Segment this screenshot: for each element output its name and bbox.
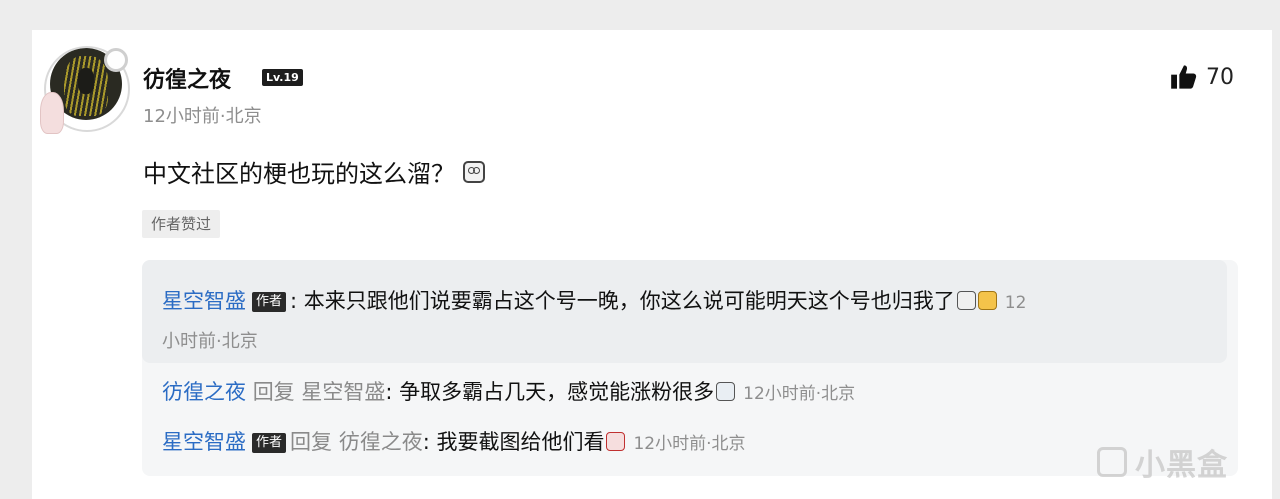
comment-meta: 12小时前·北京 <box>143 106 262 127</box>
reply-time: 12小时前·北京 <box>633 434 746 454</box>
teary-face-emoji-icon <box>716 382 736 401</box>
reply-separator: : <box>385 380 393 404</box>
level-badge: Lv.19 <box>262 69 303 86</box>
author-tag: 作者 <box>252 292 287 312</box>
reply-word: 回复 <box>252 380 295 404</box>
reply-separator: : <box>290 289 298 313</box>
reply-separator: : <box>422 430 430 454</box>
comment-username[interactable]: 彷徨之夜 <box>143 62 231 94</box>
reply-time-continued: 小时前·北京 <box>162 331 258 352</box>
sunglasses-emoji-icon <box>956 291 976 310</box>
heybox-logo-icon <box>1097 447 1127 477</box>
author-tag: 作者 <box>252 433 287 453</box>
watermark-text: 小黑盒 <box>1135 448 1228 483</box>
reply-author-name[interactable]: 星空智盛 <box>162 430 246 454</box>
avatar-frame-figure-icon <box>40 92 64 134</box>
watermark: 小黑盒 <box>1097 440 1228 484</box>
reply-time: 12 <box>1004 293 1027 313</box>
author-liked-tag: 作者赞过 <box>142 210 221 238</box>
reply-item: 星空智盛 作者: 本来只跟他们说要霸占这个号一晚，你这么说可能明天这个号也归我了 1… <box>162 285 1026 315</box>
reply-text: 本来只跟他们说要霸占这个号一晚，你这么说可能明天这个号也归我了 <box>303 289 955 313</box>
avatar[interactable] <box>40 44 130 134</box>
peeking-face-emoji-icon <box>463 160 485 183</box>
reply-word: 回复 <box>290 430 333 454</box>
like-button[interactable]: 70 <box>1170 62 1234 92</box>
reply-author-name[interactable]: 彷徨之夜 <box>162 380 246 404</box>
thumbs-up-icon <box>1171 65 1197 89</box>
reply-item: 星空智盛 作者 回复 彷徨之夜: 我要截图给他们看 12小时前·北京 <box>162 426 746 456</box>
reply-text: 争取多霸占几天，感觉能涨粉很多 <box>399 380 715 404</box>
reply-time: 12小时前·北京 <box>743 384 856 404</box>
cat-emoji-icon <box>977 291 997 310</box>
avatar-frame-ornament-icon <box>104 48 128 72</box>
red-face-emoji-icon <box>606 432 626 451</box>
comment-text: 中文社区的梗也玩的这么溜？ <box>143 160 455 188</box>
reply-to-name[interactable]: 彷徨之夜 <box>339 430 423 454</box>
reply-to-name[interactable]: 星空智盛 <box>301 380 385 404</box>
comment-content: 中文社区的梗也玩的这么溜？ <box>143 154 485 189</box>
like-count: 70 <box>1206 64 1234 90</box>
reply-item: 彷徨之夜 回复 星空智盛: 争取多霸占几天，感觉能涨粉很多 12小时前·北京 <box>162 376 855 406</box>
reply-text: 我要截图给他们看 <box>436 430 605 454</box>
reply-author-name[interactable]: 星空智盛 <box>162 289 246 313</box>
